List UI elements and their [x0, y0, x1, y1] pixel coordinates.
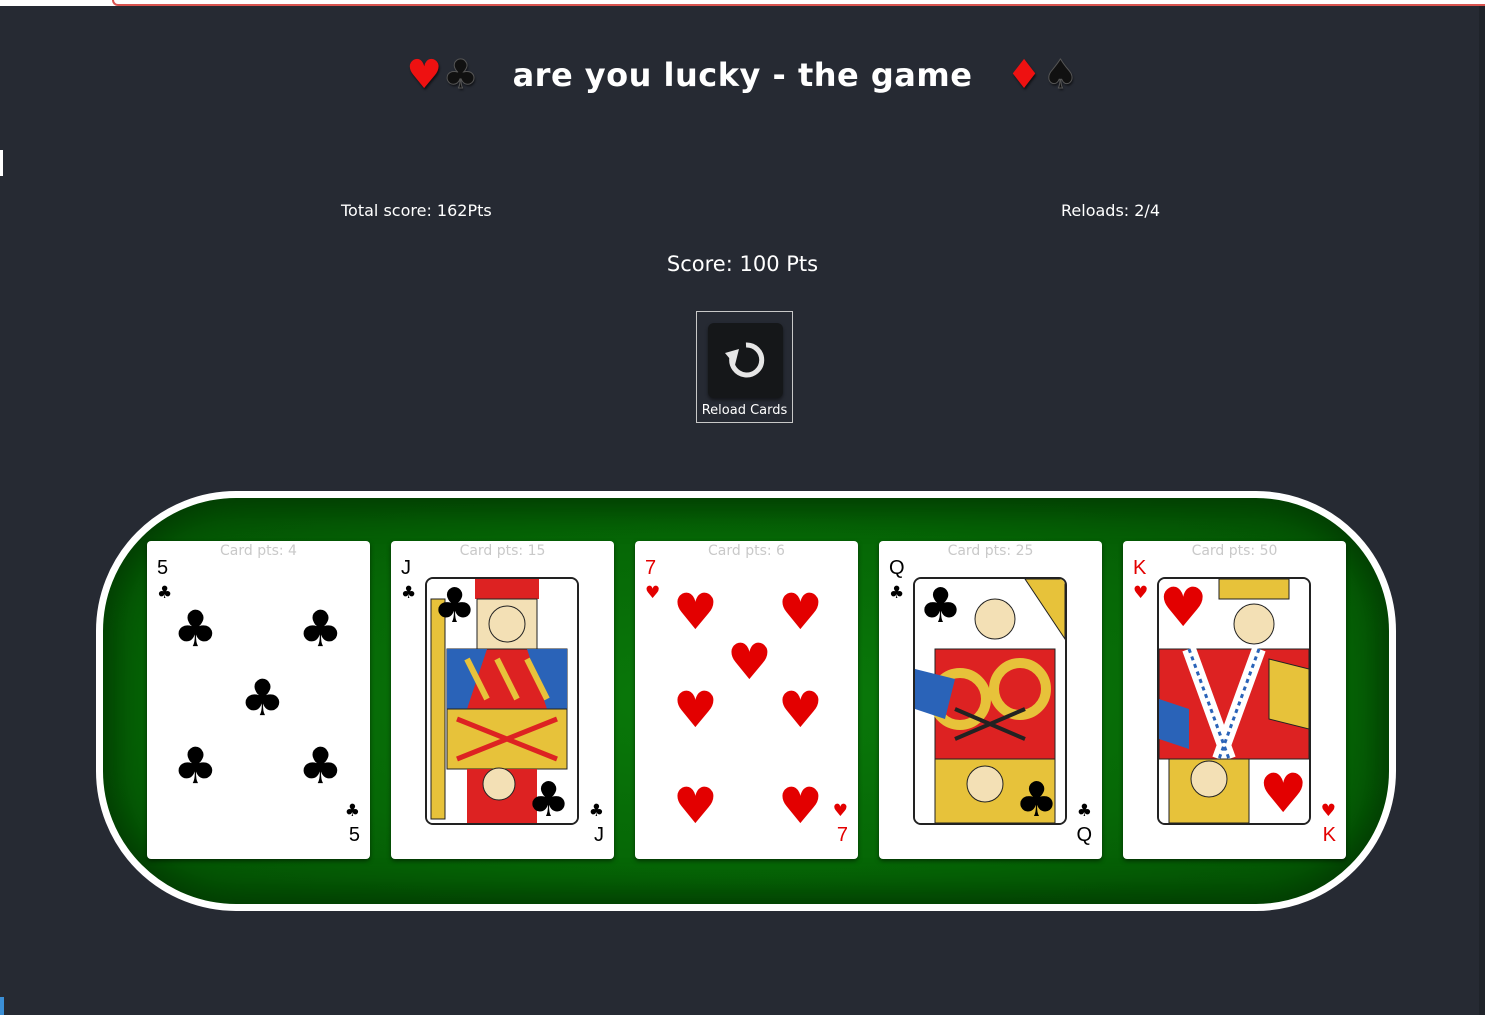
club-icon: ♣	[157, 583, 173, 603]
diamond-icon: ♦	[1006, 52, 1043, 98]
club-icon: ♣	[433, 578, 477, 634]
card-rank: Q	[1076, 824, 1092, 846]
jack-face-illustration: ♣ ♣	[425, 577, 579, 825]
left-edge	[0, 150, 3, 176]
club-icon: ♣	[298, 600, 343, 658]
card-rank: Q	[889, 557, 905, 579]
reload-cards-button[interactable]: Reload Cards	[696, 311, 793, 423]
heart-icon: ♥	[778, 681, 823, 739]
card-points: Card pts: 6	[708, 543, 785, 559]
club-icon: ♣	[588, 801, 604, 821]
card-4[interactable]: Card pts: 25 Q ♣ ♣ ♣ ♣ Q	[879, 541, 1102, 859]
card-2[interactable]: Card pts: 15 J ♣ ♣ ♣ ♣ J	[391, 541, 614, 859]
heart-icon: ♥	[1259, 762, 1308, 825]
card-1[interactable]: Card pts: 4 5 ♣ ♣ ♣ ♣ ♣ ♣ ♣ 5	[147, 541, 370, 859]
bottom-left-edge	[0, 997, 4, 1015]
card-rank: J	[401, 557, 411, 579]
card-rank: J	[594, 824, 604, 846]
club-icon: ♣	[889, 583, 905, 603]
heart-icon: ♥	[778, 583, 823, 641]
heart-icon: ♥	[673, 777, 718, 835]
card-points: Card pts: 50	[1191, 543, 1278, 559]
card-5[interactable]: Card pts: 50 K ♥ ♥ ♥ ♥ K	[1123, 541, 1346, 859]
king-face-illustration: ♥ ♥	[1157, 577, 1311, 825]
club-icon: ♣	[1076, 801, 1092, 821]
card-table: Card pts: 4 5 ♣ ♣ ♣ ♣ ♣ ♣ ♣ 5 Card pts: …	[96, 491, 1396, 911]
reloads-count: Reloads: 2/4	[1061, 201, 1160, 220]
club-icon: ♣	[401, 583, 417, 603]
card-rank: 5	[157, 557, 169, 579]
club-icon: ♣	[442, 52, 479, 99]
club-icon: ♣	[298, 737, 343, 795]
heart-icon: ♥	[673, 583, 718, 641]
heart-icon: ♥	[673, 681, 718, 739]
card-points: Card pts: 25	[947, 543, 1034, 559]
reload-cards-label: Reload Cards	[701, 403, 788, 418]
heart-icon: ♥	[1159, 577, 1208, 639]
club-icon: ♣	[527, 772, 571, 825]
heart-icon: ♥	[727, 633, 772, 691]
club-icon: ♣	[173, 600, 218, 658]
spade-icon: ♠	[1042, 52, 1079, 99]
heart-icon: ♥	[645, 583, 661, 603]
card-rank: 5	[348, 824, 360, 846]
card-rank: 7	[645, 557, 657, 579]
right-scroll-edge	[1479, 6, 1485, 1015]
club-icon: ♣	[1015, 772, 1059, 825]
queen-face-illustration: ♣ ♣	[913, 577, 1067, 825]
reload-icon	[708, 323, 783, 398]
total-score: Total score: 162Pts	[341, 201, 492, 220]
current-score: Score: 100 Pts	[666, 252, 819, 276]
heart-icon: ♥	[1133, 583, 1149, 603]
card-3[interactable]: Card pts: 6 7 ♥ ♥ ♥ ♥ ♥ ♥ ♥ ♥ ♥ 7	[635, 541, 858, 859]
card-rank: 7	[836, 824, 848, 846]
card-points: Card pts: 15	[459, 543, 546, 559]
card-rank: K	[1322, 824, 1336, 846]
browser-top-strip	[0, 0, 1485, 6]
heart-icon: ♥	[832, 801, 848, 821]
club-icon: ♣	[173, 737, 218, 795]
club-icon: ♣	[240, 669, 285, 727]
club-icon: ♣	[919, 578, 963, 634]
heart-icon: ♥	[1320, 801, 1336, 821]
club-icon: ♣	[344, 801, 360, 821]
heart-icon: ♥	[778, 777, 823, 835]
game-title-text: are you lucky - the game	[512, 56, 973, 94]
heart-icon: ♥	[406, 52, 443, 98]
game-title: ♥♣ are you lucky - the game ♦♠	[0, 52, 1485, 99]
card-points: Card pts: 4	[220, 543, 297, 559]
card-rank: K	[1133, 557, 1147, 579]
